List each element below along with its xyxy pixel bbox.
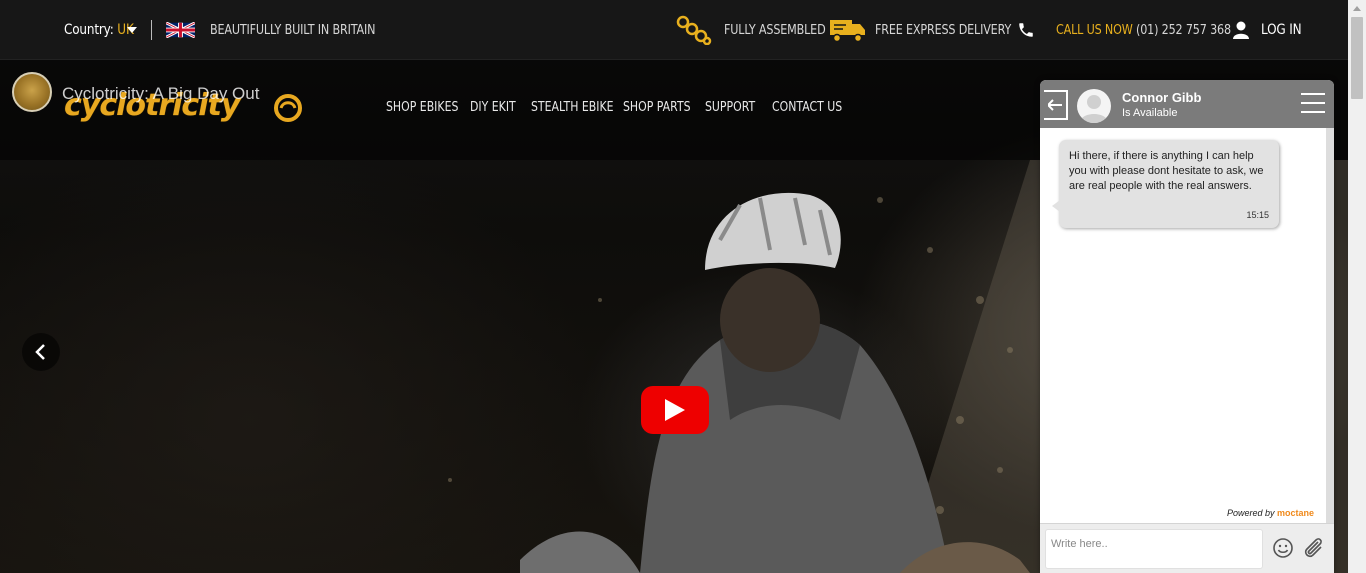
nav-diy-ekit[interactable]: DIY EKIT — [470, 100, 516, 115]
nav-contact-us[interactable]: CONTACT US — [772, 100, 842, 115]
scroll-thumb[interactable] — [1351, 17, 1363, 99]
menu-icon[interactable] — [1301, 93, 1325, 113]
chain-icon — [676, 0, 712, 60]
nav-support[interactable]: SUPPORT — [705, 100, 755, 115]
video-title[interactable]: Cyclotricity: A Big Day Out — [62, 84, 259, 104]
back-arrow-icon — [1048, 99, 1062, 111]
delivery-text: FREE EXPRESS DELIVERY — [875, 22, 1012, 38]
chat-scrollbar[interactable] — [1326, 128, 1334, 523]
agent-status: Is Available — [1122, 107, 1178, 119]
chat-footer: Write here.. — [1040, 523, 1334, 573]
channel-avatar[interactable] — [12, 72, 52, 112]
agent-name: Connor Gibb — [1122, 90, 1202, 105]
nav-shop-ebikes[interactable]: SHOP EBIKES — [386, 100, 458, 115]
powered-by-text: Powered by — [1227, 508, 1275, 518]
chevron-down-icon[interactable] — [127, 0, 137, 60]
call-label: CALL US NOW — [1056, 22, 1133, 38]
divider — [151, 20, 152, 40]
play-icon — [665, 399, 685, 421]
chat-messages: Hi there, if there is anything I can hel… — [1040, 128, 1326, 523]
phone-icon — [1017, 0, 1035, 60]
nav-stealth-ebike[interactable]: STEALTH EBIKE — [531, 100, 614, 115]
carousel-prev-button[interactable] — [22, 333, 60, 371]
powered-brand[interactable]: moctane — [1277, 508, 1314, 518]
chat-back-button[interactable] — [1044, 90, 1068, 120]
emoji-icon[interactable] — [1272, 537, 1294, 559]
page-scrollbar[interactable] — [1348, 0, 1366, 573]
login-text: LOG IN — [1261, 22, 1302, 38]
video-play-button[interactable] — [641, 386, 709, 434]
phone-number: (01) 252 757 368 — [1136, 22, 1231, 38]
assembled-text: FULLY ASSEMBLED — [724, 22, 826, 38]
nav-shop-parts[interactable]: SHOP PARTS — [623, 100, 691, 115]
scroll-up-arrow[interactable] — [1348, 0, 1366, 17]
truck-icon — [830, 0, 866, 60]
chat-message: Hi there, if there is anything I can hel… — [1052, 140, 1279, 228]
user-icon[interactable] — [1233, 0, 1249, 60]
powered-by: Powered by moctane — [1227, 508, 1314, 518]
country-label: Country: — [64, 22, 114, 38]
message-text: Hi there, if there is anything I can hel… — [1069, 150, 1264, 192]
uk-flag-icon — [166, 0, 195, 60]
logo-swirl-icon — [273, 93, 303, 123]
agent-avatar — [1077, 89, 1111, 123]
top-bar: Country: UK BEAUTIFULLY BUILT IN BRITAIN… — [0, 0, 1348, 60]
message-time: 15:15 — [1246, 210, 1269, 220]
call-us-link[interactable]: CALL US NOW (01) 252 757 368 — [1056, 0, 1259, 60]
login-link[interactable]: LOG IN — [1261, 0, 1308, 60]
chat-message-input[interactable]: Write here.. — [1045, 529, 1263, 569]
chat-header: Connor Gibb Is Available — [1040, 80, 1334, 128]
paperclip-icon[interactable] — [1302, 536, 1324, 560]
tagline: BEAUTIFULLY BUILT IN BRITAIN — [210, 22, 376, 38]
chat-widget: Connor Gibb Is Available Hi there, if th… — [1040, 80, 1334, 573]
chevron-left-icon — [35, 344, 45, 360]
